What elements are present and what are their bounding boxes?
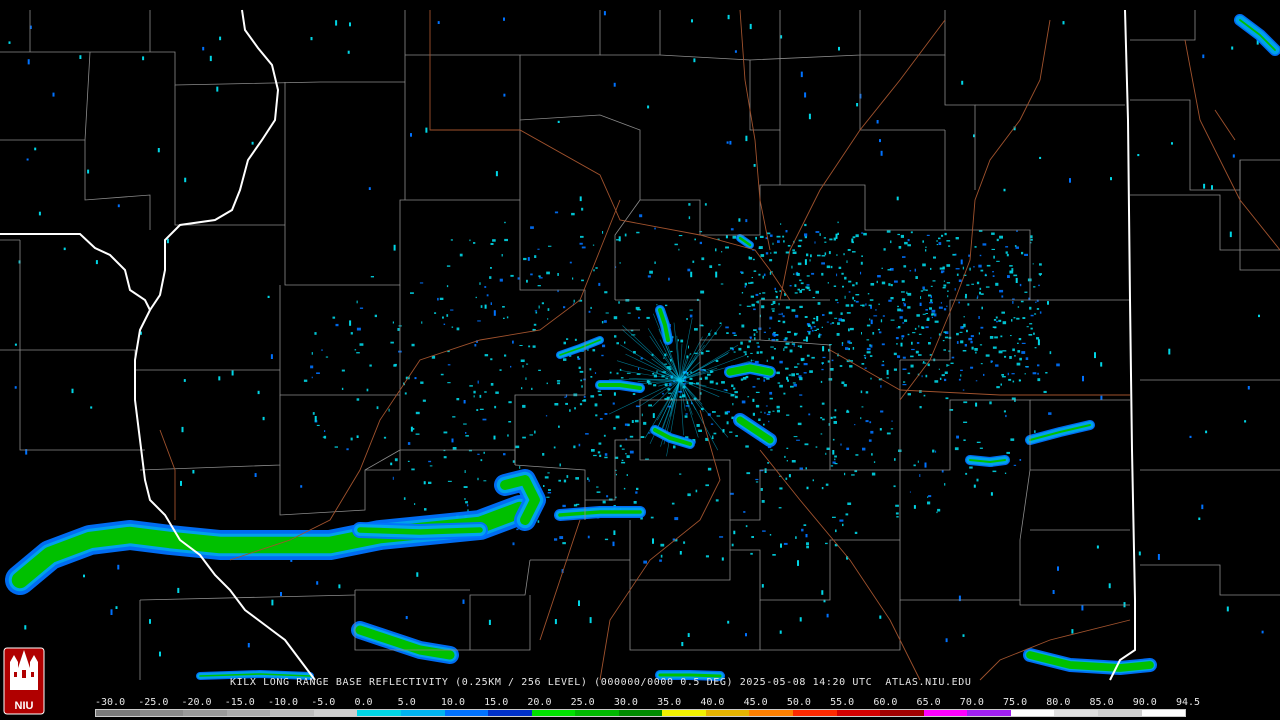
scale-swatch [226,710,271,716]
scale-swatch [662,710,706,716]
scale-label: -15.0 [224,697,255,708]
scale-label: -10.0 [267,697,299,708]
scale-label: 20.0 [527,697,552,708]
scale-swatch [705,710,750,716]
scale-swatch [793,710,837,716]
scale-swatch [967,710,1011,716]
scale-swatch [880,710,924,716]
scale-label: 60.0 [873,697,898,708]
scale-label: 5.0 [397,697,416,708]
product-caption: KILX LONG RANGE BASE REFLECTIVITY (0.25K… [230,677,972,688]
scale-swatch [1141,710,1186,716]
scale-swatch [923,710,968,716]
scale-label: 30.0 [613,697,638,708]
scale-label: 55.0 [830,697,855,708]
color-scale-bar [95,709,1186,717]
scale-swatch [400,710,445,716]
scale-swatch [270,710,314,716]
scale-label: -30.0 [95,697,126,708]
scale-label: 65.0 [916,697,941,708]
scale-label: 0.0 [354,697,373,708]
radar-map: NIU [0,0,1280,720]
scale-swatch [183,710,227,716]
scale-label: 25.0 [570,697,595,708]
scale-label: 75.0 [1003,697,1028,708]
scale-swatch [618,710,663,716]
scale-label: -25.0 [138,697,169,708]
scale-label: 35.0 [657,697,682,708]
scale-swatch [96,710,140,716]
scale-label: 94.5 [1176,697,1201,708]
scale-swatch [357,710,401,716]
scale-swatch [749,710,793,716]
scale-label: 70.0 [959,697,984,708]
scale-label: -5.0 [311,697,336,708]
scale-label: 90.0 [1132,697,1157,708]
scale-label: 45.0 [743,697,768,708]
scale-label: 40.0 [700,697,725,708]
scale-label: 80.0 [1046,697,1071,708]
scale-swatch [488,710,532,716]
color-scale-labels: -30.0 -25.0 -20.0 -15.0 -10.0 -5.0 0.0 5.0 10.0 1… [0,697,1280,709]
scale-swatch [313,710,358,716]
scale-swatch [575,710,619,716]
scale-swatch [836,710,881,716]
scale-swatch [531,710,576,716]
scale-label: 50.0 [786,697,811,708]
scale-swatch [1054,710,1098,716]
scale-label: 85.0 [1089,697,1114,708]
scale-swatch [1097,710,1142,716]
scale-swatch [1010,710,1055,716]
scale-swatch [139,710,184,716]
scale-label: 15.0 [484,697,509,708]
scale-label: 10.0 [440,697,465,708]
scale-label: -20.0 [181,697,212,708]
scale-swatch [444,710,489,716]
